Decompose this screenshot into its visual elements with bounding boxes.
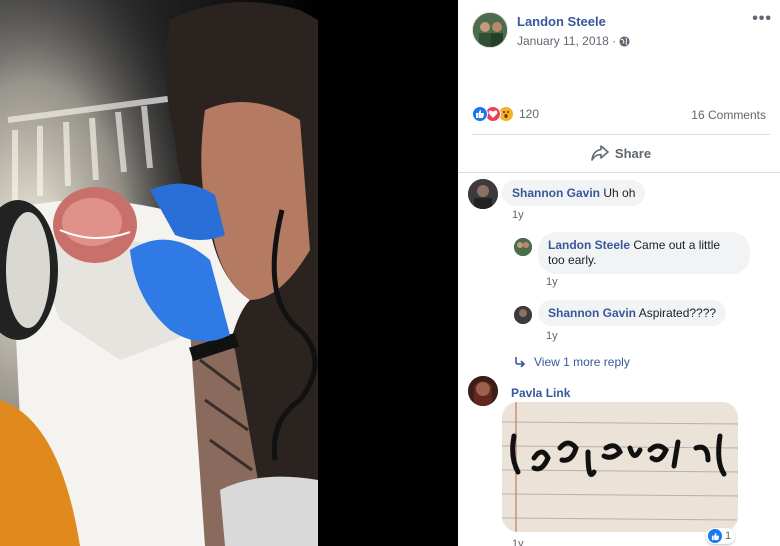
comment-author[interactable]: Pavla Link (511, 386, 570, 400)
post-sidebar: Landon Steele January 11, 2018 · ••• 120 (458, 0, 780, 546)
like-icon (472, 106, 488, 122)
reply-time[interactable]: 1y (546, 276, 558, 288)
comment-author[interactable]: Shannon Gavin (512, 186, 600, 200)
share-button[interactable]: Share (472, 136, 770, 170)
reply-author[interactable]: Landon Steele (548, 238, 630, 252)
post-date[interactable]: January 11, 2018 · (517, 34, 616, 48)
photo-viewer[interactable] (0, 0, 458, 546)
post-date-row: January 11, 2018 · (517, 34, 630, 48)
comment-time[interactable]: 1y (512, 538, 524, 546)
divider (458, 172, 780, 173)
author-name[interactable]: Landon Steele (517, 14, 606, 29)
comment-reaction-badge[interactable]: 1 (706, 528, 736, 544)
commenter-avatar[interactable] (468, 376, 498, 406)
reply-time[interactable]: 1y (546, 330, 558, 342)
comment-attachment-image[interactable] (502, 402, 738, 532)
comment-reaction-count: 1 (725, 530, 732, 542)
divider (472, 134, 770, 135)
globe-icon (619, 35, 630, 47)
comment-time[interactable]: 1y (512, 209, 524, 221)
post-header: Landon Steele January 11, 2018 · ••• (472, 11, 772, 52)
commenter-avatar[interactable] (468, 179, 498, 209)
comment-text: Uh oh (603, 186, 636, 200)
reply-text: Aspirated???? (638, 306, 717, 320)
post-photo (0, 0, 458, 546)
like-icon (708, 529, 722, 543)
reply-arrow-icon (515, 357, 526, 367)
share-label: Share (614, 145, 652, 161)
reply-avatar[interactable] (514, 306, 532, 324)
view-more-replies-link[interactable]: View 1 more reply (514, 355, 630, 369)
reply-author[interactable]: Shannon Gavin (548, 306, 636, 320)
more-options-icon[interactable]: ••• (752, 11, 772, 27)
reply-bubble: Landon Steele Came out a little too earl… (538, 232, 750, 274)
share-icon (591, 145, 609, 161)
comment-bubble: Shannon Gavin Uh oh (502, 180, 646, 206)
facebook-photo-viewer: Landon Steele January 11, 2018 · ••• 120 (0, 0, 780, 546)
reactions-summary[interactable]: 120 (472, 106, 539, 122)
author-avatar[interactable] (472, 12, 508, 48)
reply-avatar[interactable] (514, 238, 532, 256)
reaction-count[interactable]: 120 (519, 107, 539, 121)
reply-bubble: Shannon Gavin Aspirated???? (538, 300, 727, 326)
comments-count[interactable]: 16 Comments (691, 108, 766, 122)
view-more-label: View 1 more reply (534, 355, 630, 369)
